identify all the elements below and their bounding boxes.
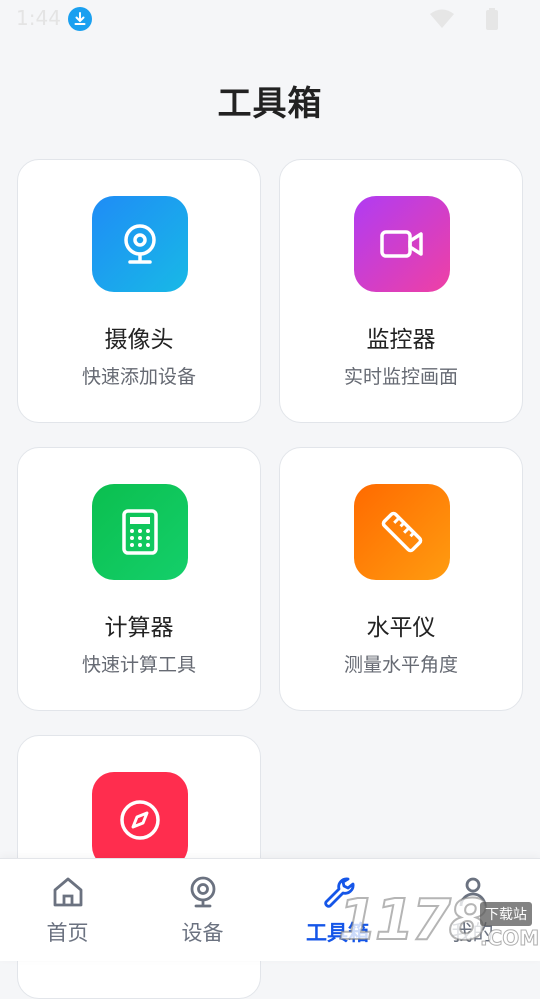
tool-desc: 测量水平角度	[343, 654, 458, 676]
compass-tile	[92, 772, 188, 868]
tool-name: 计算器	[104, 615, 174, 641]
calculator-tile	[92, 484, 188, 580]
monitor-tile	[354, 196, 450, 292]
calculator-icon	[122, 509, 158, 555]
tool-name: 监控器	[366, 327, 436, 353]
video-camera-icon	[380, 230, 423, 258]
watermark-logo: 1178 下载站 .COM	[330, 880, 540, 960]
nav-label: 设备	[181, 921, 224, 945]
nav-item-devices[interactable]: 设备	[135, 859, 270, 961]
compass-icon	[120, 800, 160, 840]
download-icon	[68, 7, 92, 31]
camera-icon	[190, 876, 215, 908]
home-icon	[53, 877, 82, 907]
status-time: 1:44	[16, 6, 61, 30]
nav-label: 首页	[46, 921, 89, 945]
camera-tile	[92, 196, 188, 292]
watermark-digits: 1178	[337, 887, 489, 954]
tool-card-camera[interactable]: 摄像头 快速添加设备	[17, 159, 261, 423]
tool-name: 摄像头	[104, 327, 174, 353]
level-tile	[354, 484, 450, 580]
webcam-icon	[124, 224, 156, 264]
tool-desc: 实时监控画面	[343, 366, 458, 388]
watermark-tag: 下载站	[480, 902, 532, 926]
wifi-icon	[430, 9, 454, 28]
tool-card-calculator[interactable]: 计算器 快速计算工具	[17, 447, 261, 711]
page-title: 工具箱	[217, 84, 323, 124]
tool-desc: 快速计算工具	[81, 654, 196, 676]
tool-card-level[interactable]: 水平仪 测量水平角度	[279, 447, 523, 711]
tool-card-monitor[interactable]: 监控器 实时监控画面	[279, 159, 523, 423]
tool-desc: 快速添加设备	[81, 366, 196, 388]
nav-item-home[interactable]: 首页	[0, 859, 135, 961]
watermark-domain: .COM	[479, 926, 540, 951]
battery-icon	[486, 8, 498, 30]
status-bar: 1:44	[0, 0, 540, 38]
ruler-icon	[381, 511, 423, 553]
tool-name: 水平仪	[366, 615, 436, 641]
